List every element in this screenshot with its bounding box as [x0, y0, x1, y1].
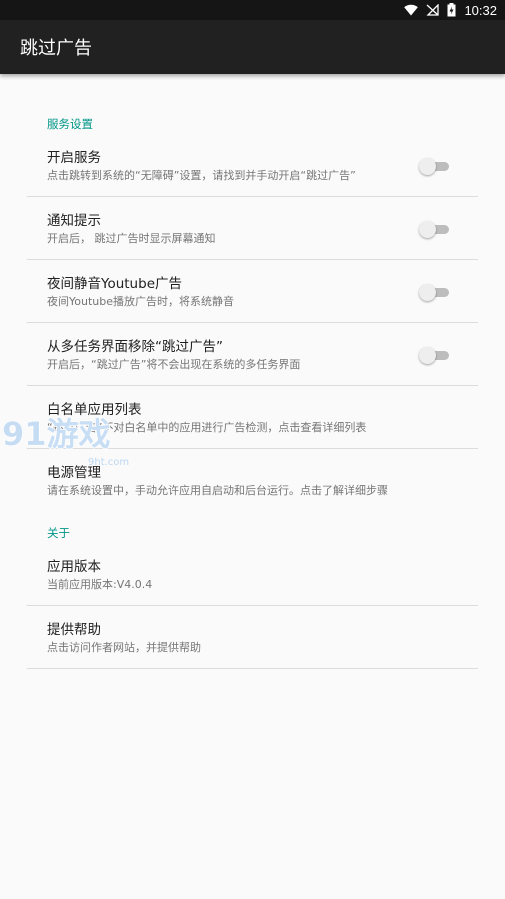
pref-title: 电源管理: [47, 465, 101, 481]
pref-summary: 点击访问作者网站，并提供帮助: [47, 641, 201, 654]
category-about: 关于: [47, 526, 70, 540]
wifi-icon: [404, 4, 419, 16]
pref-title: 白名单应用列表: [47, 402, 142, 418]
pref-title: 夜间静音Youtube广告: [47, 276, 182, 292]
page-title: 跳过广告: [20, 38, 92, 59]
enable-service-switch[interactable]: [419, 158, 449, 175]
pref-summary: “跳过广告”不对白名单中的应用进行广告检测，点击查看详细列表: [47, 421, 367, 434]
pref-whitelist[interactable]: 白名单应用列表 “跳过广告”不对白名单中的应用进行广告检测，点击查看详细列表: [27, 386, 478, 449]
switch-thumb: [419, 221, 436, 238]
pref-summary: 请在系统设置中，手动允许应用自启动和后台运行。点击了解详细步骤: [47, 484, 388, 497]
pref-help[interactable]: 提供帮助 点击访问作者网站，并提供帮助: [27, 606, 478, 669]
preference-list: 服务设置 开启服务 点击跳转到系统的“无障碍”设置，请找到并手动开启“跳过广告”…: [0, 114, 505, 669]
pref-summary: 开启后，“跳过广告”将不会出现在系统的多任务界面: [47, 358, 301, 371]
battery-charging-icon: [447, 3, 456, 17]
switch-thumb: [419, 158, 436, 175]
pref-summary: 当前应用版本:V4.0.4: [47, 578, 153, 591]
switch-thumb: [419, 347, 436, 364]
pref-title: 开启服务: [47, 150, 101, 166]
switch-thumb: [419, 284, 436, 301]
pref-notification[interactable]: 通知提示 开启后， 跳过广告时显示屏幕通知: [27, 197, 478, 260]
pref-title: 应用版本: [47, 559, 101, 575]
pref-app-version[interactable]: 应用版本 当前应用版本:V4.0.4: [27, 543, 478, 606]
pref-power-management[interactable]: 电源管理 请在系统设置中，手动允许应用自启动和后台运行。点击了解详细步骤: [27, 449, 478, 512]
pref-summary: 开启后， 跳过广告时显示屏幕通知: [47, 232, 216, 245]
app-bar: 跳过广告: [0, 20, 505, 74]
pref-summary: 点击跳转到系统的“无障碍”设置，请找到并手动开启“跳过广告”: [47, 169, 356, 182]
pref-night-mute-youtube[interactable]: 夜间静音Youtube广告 夜间Youtube播放广告时，将系统静音: [27, 260, 478, 323]
hide-from-recents-switch[interactable]: [419, 347, 449, 364]
pref-title: 通知提示: [47, 213, 101, 229]
night-mute-switch[interactable]: [419, 284, 449, 301]
notification-switch[interactable]: [419, 221, 449, 238]
status-bar: 10:32: [0, 0, 505, 20]
category-service-settings: 服务设置: [47, 117, 93, 131]
pref-title: 从多任务界面移除“跳过广告”: [47, 339, 223, 355]
pref-enable-service[interactable]: 开启服务 点击跳转到系统的“无障碍”设置，请找到并手动开启“跳过广告”: [27, 134, 478, 197]
status-time: 10:32: [464, 2, 497, 18]
pref-summary: 夜间Youtube播放广告时，将系统静音: [47, 295, 234, 308]
no-signal-icon: [426, 4, 440, 16]
pref-title: 提供帮助: [47, 622, 101, 638]
pref-hide-from-recents[interactable]: 从多任务界面移除“跳过广告” 开启后，“跳过广告”将不会出现在系统的多任务界面: [27, 323, 478, 386]
